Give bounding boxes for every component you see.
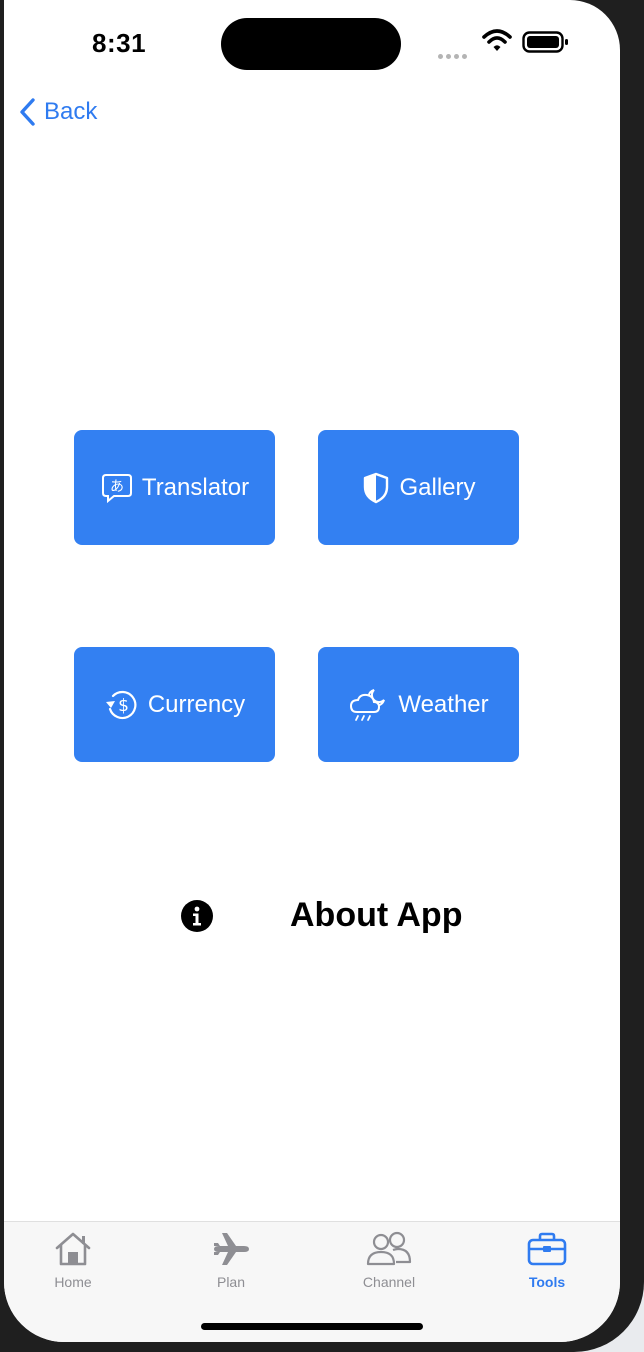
wifi-icon <box>482 29 512 51</box>
shield-icon <box>361 471 391 505</box>
tab-plan[interactable]: Plan <box>171 1228 291 1298</box>
gallery-label: Gallery <box>399 473 476 501</box>
tab-channel-label: Channel <box>362 1274 416 1290</box>
battery-icon <box>522 31 568 53</box>
svg-text:あ: あ <box>110 479 124 495</box>
tab-channel[interactable]: Channel <box>329 1228 449 1298</box>
currency-label: Currency <box>147 690 246 718</box>
weather-button[interactable]: Weather <box>318 647 519 762</box>
tab-tools[interactable]: Tools <box>487 1228 607 1298</box>
back-button[interactable]: Back <box>18 95 97 129</box>
device-frame: 8:31 Back あ Translator Gallery $ Currenc… <box>0 0 644 1352</box>
currency-exchange-icon: $ <box>104 687 140 723</box>
info-circle-icon <box>181 900 213 932</box>
home-icon <box>53 1228 93 1270</box>
chevron-left-icon <box>20 98 35 126</box>
tab-bar: Home Plan Channel Tools <box>4 1221 620 1342</box>
back-label: Back <box>44 98 98 125</box>
tab-home[interactable]: Home <box>13 1228 133 1298</box>
screen: 8:31 Back あ Translator Gallery $ Currenc… <box>4 0 620 1342</box>
tab-plan-label: Plan <box>216 1274 246 1290</box>
translator-label: Translator <box>141 473 250 501</box>
airplane-icon <box>211 1228 251 1270</box>
svg-text:$: $ <box>118 696 129 716</box>
tab-home-label: Home <box>54 1274 92 1290</box>
weather-label: Weather <box>398 690 489 718</box>
about-app-label: About App <box>290 896 463 934</box>
tab-tools-label: Tools <box>528 1274 566 1290</box>
status-time: 8:31 <box>92 28 147 58</box>
people-icon <box>365 1228 413 1270</box>
home-indicator <box>201 1323 423 1330</box>
cellular-signal-icon <box>438 46 474 59</box>
briefcase-icon <box>526 1228 568 1270</box>
dynamic-island <box>221 18 401 70</box>
gallery-button[interactable]: Gallery <box>318 430 519 545</box>
translate-bubble-icon: あ <box>100 471 134 505</box>
currency-button[interactable]: $ Currency <box>74 647 275 762</box>
translator-button[interactable]: あ Translator <box>74 430 275 545</box>
cloud-moon-rain-icon <box>348 686 390 724</box>
about-app-row[interactable]: About App <box>4 890 620 946</box>
